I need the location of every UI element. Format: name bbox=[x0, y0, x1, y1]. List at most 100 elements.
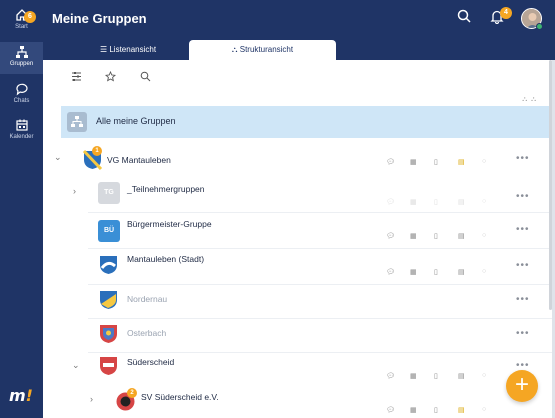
chevron-right-icon[interactable]: › bbox=[73, 186, 76, 196]
search-icon[interactable] bbox=[140, 71, 151, 82]
rail-item-chats[interactable]: Chats bbox=[0, 82, 43, 110]
chat-icon bbox=[15, 83, 28, 96]
star-icon[interactable] bbox=[105, 71, 116, 82]
task-icon[interactable]: ▤ bbox=[458, 406, 468, 416]
calendar-icon[interactable]: ▦ bbox=[410, 232, 420, 242]
task-icon[interactable]: ▤ bbox=[458, 268, 468, 278]
settings-icon[interactable]: ○ bbox=[482, 406, 492, 416]
rail-item-kalender[interactable]: Kalender bbox=[0, 118, 43, 146]
more-menu-button[interactable]: ••• bbox=[516, 153, 530, 164]
tree-row[interactable]: › TG _Teilnehmergruppen 💬︎ ▦ ▯ ▤ ○ ••• bbox=[43, 176, 552, 212]
group-badge: 2 bbox=[127, 388, 137, 398]
start-badge: 6 bbox=[24, 11, 36, 23]
group-name: Nordernau bbox=[127, 294, 168, 304]
hierarchy-icon bbox=[15, 46, 28, 58]
tree-row[interactable]: BÜ Bürgermeister-Gruppe 💬︎ ▦ ▯ ▤ ○ ••• bbox=[43, 214, 552, 248]
task-icon[interactable]: ▤ bbox=[458, 232, 468, 242]
all-groups-icon bbox=[67, 112, 87, 132]
tree-row[interactable]: › 2 SV Süderscheid e.V. 💬︎ ▦ ▯ ▤ ○ bbox=[43, 388, 552, 418]
file-icon[interactable]: ▯ bbox=[434, 232, 444, 242]
tree-row[interactable]: Nordernau ••• bbox=[43, 286, 552, 318]
group-name: Osterbach bbox=[127, 328, 167, 338]
file-add-icon[interactable]: ▯ bbox=[434, 406, 444, 416]
add-group-button[interactable]: + bbox=[506, 370, 538, 402]
page-title: Meine Gruppen bbox=[52, 11, 147, 26]
brand-logo: m! bbox=[9, 386, 33, 405]
group-name: VG Mantauleben bbox=[107, 155, 171, 165]
online-status-dot bbox=[536, 23, 543, 30]
filter-sliders-icon[interactable] bbox=[71, 71, 82, 82]
search-icon[interactable] bbox=[457, 9, 471, 23]
more-menu-button[interactable]: ••• bbox=[516, 294, 530, 305]
column-header-icons: ⛬⛬ bbox=[522, 96, 540, 104]
tab-listenansicht[interactable]: ☰ Listenansicht bbox=[83, 40, 173, 60]
settings-icon[interactable]: ○ bbox=[482, 372, 492, 382]
view-tabs: ☰ Listenansicht ⛬ Strukturansicht bbox=[43, 40, 555, 60]
more-menu-button[interactable]: ••• bbox=[516, 224, 530, 235]
scrollbar[interactable] bbox=[549, 60, 552, 310]
chevron-right-icon[interactable]: › bbox=[90, 394, 93, 404]
row-divider bbox=[88, 248, 552, 249]
tab-strukturansicht[interactable]: ⛬ Strukturansicht bbox=[189, 40, 336, 60]
navigation-rail: Start 6 Gruppen Chats Kalender m! bbox=[0, 0, 43, 418]
chevron-down-icon[interactable]: ⌄ bbox=[54, 152, 62, 163]
tree-row[interactable]: Osterbach ••• bbox=[43, 320, 552, 352]
file-icon[interactable]: ▯ bbox=[434, 198, 444, 208]
chevron-down-icon[interactable]: ⌄ bbox=[72, 360, 80, 371]
calendar-icon[interactable]: ▦ bbox=[410, 372, 420, 382]
calendar-add-icon[interactable]: ▦ bbox=[410, 406, 420, 416]
row-divider bbox=[88, 352, 552, 353]
settings-icon[interactable]: ○ bbox=[482, 268, 492, 278]
chat-add-icon[interactable]: 💬︎ bbox=[386, 198, 396, 208]
hierarchy-icon[interactable]: ⛬ bbox=[531, 96, 540, 103]
chat-add-icon[interactable]: 💬︎ bbox=[386, 158, 396, 168]
task-icon[interactable]: ▤ bbox=[458, 158, 468, 168]
settings-icon[interactable]: ○ bbox=[482, 158, 492, 168]
list-icon: ☰ bbox=[99, 45, 110, 54]
settings-icon[interactable]: ○ bbox=[482, 198, 492, 208]
calendar-add-icon[interactable]: ▦ bbox=[410, 268, 420, 278]
tree-row[interactable]: ⌄ Süderscheid 💬︎ ▦ ▯ ▤ ○ ••• bbox=[43, 354, 552, 384]
calendar-icon bbox=[15, 119, 28, 131]
group-initials: TG bbox=[98, 182, 120, 204]
tree-row[interactable]: ⌄ 1 VG Mantauleben 💬︎ ▦ ▯ ▤ ○ ••• bbox=[43, 146, 552, 174]
tree-row[interactable]: Mantauleben (Stadt) 💬︎ ▦ ▯ ▤ ○ ••• bbox=[43, 250, 552, 286]
calendar-add-icon[interactable]: ▦ bbox=[410, 198, 420, 208]
rail-item-start[interactable]: Start 6 bbox=[0, 8, 43, 38]
group-name: Süderscheid bbox=[127, 357, 175, 367]
more-menu-button[interactable]: ••• bbox=[516, 191, 530, 202]
chat-add-icon[interactable]: 💬︎ bbox=[386, 268, 396, 278]
chat-add-icon[interactable]: 💬︎ bbox=[386, 372, 396, 382]
tab-label: Strukturansicht bbox=[239, 45, 294, 54]
group-initials: BÜ bbox=[98, 220, 120, 242]
chat-add-icon[interactable]: 💬︎ bbox=[386, 232, 396, 242]
group-name: Mantauleben (Stadt) bbox=[127, 254, 205, 264]
rail-item-gruppen[interactable]: Gruppen bbox=[0, 42, 43, 74]
hierarchy-icon: ⛬ bbox=[231, 45, 240, 54]
group-logo bbox=[100, 325, 117, 343]
more-menu-button[interactable]: ••• bbox=[516, 328, 530, 339]
notification-badge: 4 bbox=[500, 7, 512, 19]
rail-label-chats: Chats bbox=[13, 98, 30, 104]
hierarchy-icon[interactable]: ⛬ bbox=[522, 96, 531, 103]
group-logo bbox=[100, 291, 117, 309]
file-icon[interactable]: ▯ bbox=[434, 158, 444, 168]
rail-label-start: Start bbox=[15, 24, 28, 30]
row-divider bbox=[88, 284, 552, 285]
group-logo bbox=[100, 256, 117, 274]
all-groups-row[interactable]: Alle meine Gruppen bbox=[61, 106, 552, 138]
row-divider bbox=[88, 212, 552, 213]
file-icon[interactable]: ▯ bbox=[434, 372, 444, 382]
group-name: Bürgermeister-Gruppe bbox=[127, 219, 212, 229]
file-add-icon[interactable]: ▯ bbox=[434, 268, 444, 278]
more-menu-button[interactable]: ••• bbox=[516, 260, 530, 271]
task-icon[interactable]: ▤ bbox=[458, 372, 468, 382]
chat-add-icon[interactable]: 💬︎ bbox=[386, 406, 396, 416]
brand-mark: ! bbox=[25, 386, 33, 405]
rail-label-kalender: Kalender bbox=[9, 134, 34, 140]
rail-label-gruppen: Gruppen bbox=[9, 61, 34, 67]
tab-label: Listenansicht bbox=[109, 45, 157, 54]
task-icon[interactable]: ▤ bbox=[458, 198, 468, 208]
calendar-add-icon[interactable]: ▦ bbox=[410, 158, 420, 168]
settings-icon[interactable]: ○ bbox=[482, 232, 492, 242]
